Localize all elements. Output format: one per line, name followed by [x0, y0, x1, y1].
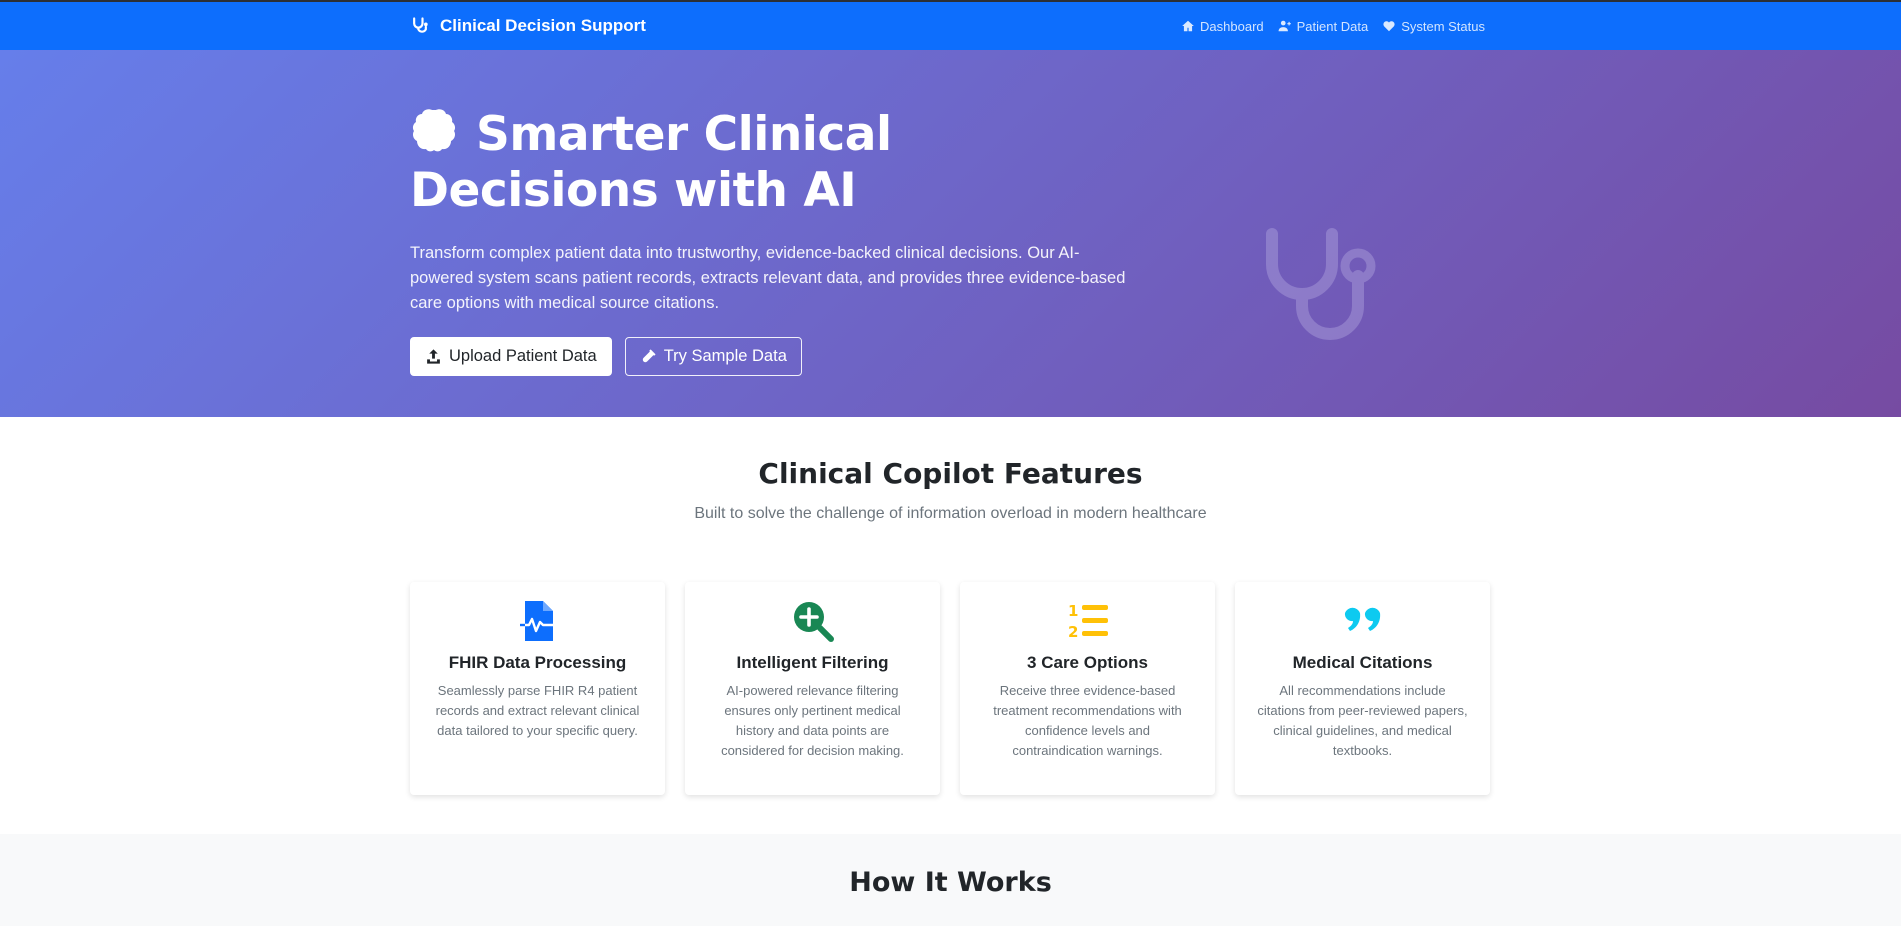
- feature-card-text: Receive three evidence-based treatment r…: [993, 683, 1182, 758]
- nav-system-status[interactable]: System Status: [1382, 19, 1485, 34]
- feature-card-text: AI-powered relevance filtering ensures o…: [721, 683, 904, 758]
- brain-icon: [412, 109, 456, 152]
- nav-links: Dashboard Patient Data System Status: [1181, 19, 1485, 34]
- user-plus-icon: [1278, 20, 1291, 32]
- stethoscope-icon: [413, 17, 428, 33]
- feature-cards: FHIR Data Processing Seamlessly parse FH…: [410, 582, 1490, 795]
- feature-card-text: Seamlessly parse FHIR R4 patient records…: [435, 683, 640, 738]
- feature-card-title: Medical Citations: [1292, 653, 1433, 672]
- upload-button-label: Upload Patient Data: [449, 347, 597, 365]
- nav-patient-data-label: Patient Data: [1296, 18, 1369, 34]
- sample-button-label: Try Sample Data: [663, 347, 787, 365]
- nav-system-status-label: System Status: [1401, 18, 1485, 34]
- navbar: Clinical Decision Support Dashboard Pati…: [0, 2, 1901, 50]
- hero-section: Smarter Clinical Decisions with AI Trans…: [0, 50, 1901, 417]
- hero-title-text: Smarter Clinical Decisions with AI: [410, 107, 892, 218]
- features-section: Clinical Copilot Features Built to solve…: [0, 417, 1901, 834]
- list-ol-icon: 1 2: [1068, 602, 1108, 641]
- stethoscope-icon: [1266, 228, 1376, 340]
- home-icon: [1182, 20, 1194, 32]
- upload-patient-data-button[interactable]: Upload Patient Data: [410, 337, 612, 376]
- brand-link[interactable]: Clinical Decision Support: [410, 16, 646, 36]
- heart-icon: [1383, 21, 1395, 32]
- feature-card-title: 3 Care Options: [1027, 653, 1148, 672]
- feature-card: Medical Citations All recommendations in…: [1235, 582, 1490, 795]
- svg-text:2: 2: [1068, 623, 1078, 641]
- feature-card-title: FHIR Data Processing: [448, 653, 627, 672]
- hero-title: Smarter Clinical Decisions with AI: [410, 106, 1130, 219]
- vial-icon: [642, 349, 656, 363]
- features-title: Clinical Copilot Features: [758, 457, 1143, 490]
- quote-icon: [1344, 607, 1380, 631]
- hero-description: Transform complex patient data into trus…: [410, 244, 1126, 312]
- brand-title: Clinical Decision Support: [440, 16, 646, 35]
- features-subtitle: Built to solve the challenge of informat…: [694, 505, 1207, 522]
- feature-card: FHIR Data Processing Seamlessly parse FH…: [410, 582, 665, 795]
- how-it-works-section: How It Works: [0, 834, 1901, 926]
- feature-card: Intelligent Filtering AI-powered relevan…: [685, 582, 940, 795]
- file-medical-icon: [519, 601, 556, 641]
- nav-patient-data[interactable]: Patient Data: [1278, 18, 1369, 34]
- hero-buttons: Upload Patient Data Try Sample Data: [410, 337, 1130, 376]
- upload-icon: [427, 349, 440, 364]
- search-plus-icon: [793, 602, 834, 642]
- how-it-works-title: How It Works: [849, 867, 1052, 898]
- feature-card: 1 2 3 Care Options Receive three evidenc…: [960, 582, 1215, 795]
- feature-card-title: Intelligent Filtering: [736, 653, 889, 672]
- nav-dashboard-label: Dashboard: [1200, 18, 1264, 34]
- feature-card-text: All recommendations include citations fr…: [1257, 683, 1468, 758]
- svg-text:1: 1: [1068, 602, 1078, 620]
- try-sample-data-button[interactable]: Try Sample Data: [624, 337, 802, 376]
- nav-dashboard[interactable]: Dashboard: [1181, 19, 1264, 34]
